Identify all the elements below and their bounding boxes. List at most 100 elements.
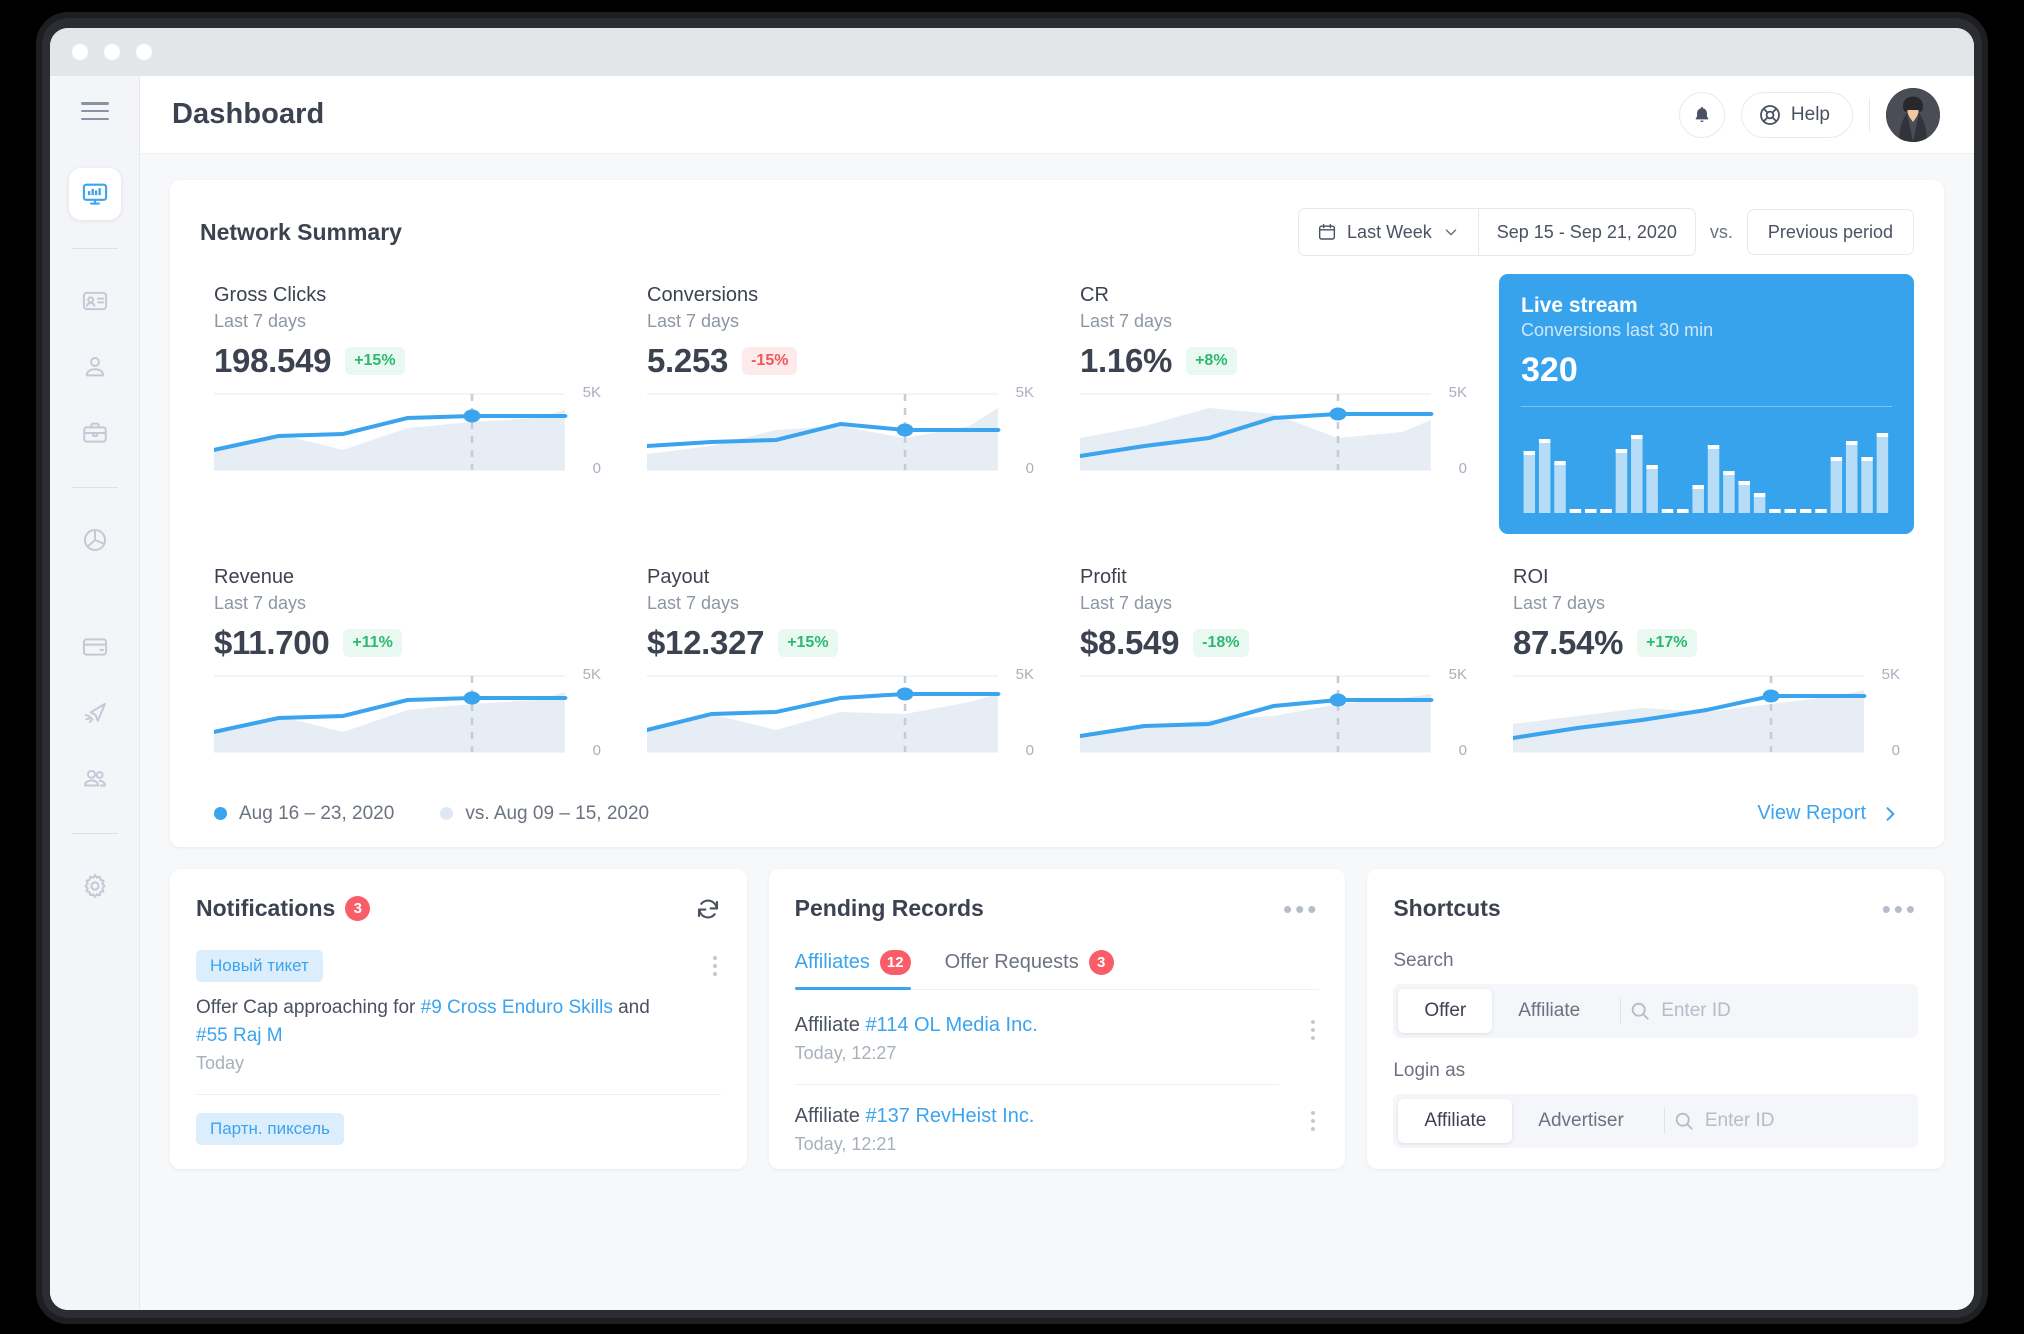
summary-header: Network Summary	[200, 208, 1914, 256]
notification-item[interactable]: Партн. пиксель	[196, 1113, 721, 1157]
notification-tag: Партн. пиксель	[196, 1113, 344, 1145]
kpi-name: Payout	[647, 566, 1034, 589]
sidebar-item-settings[interactable]	[69, 860, 121, 912]
date-range-display[interactable]: Sep 15 - Sep 21, 2020	[1478, 209, 1695, 255]
sidebar-item-affiliates[interactable]	[69, 341, 121, 393]
window-close-dot[interactable]	[72, 44, 88, 60]
axis-min-label: 0	[593, 460, 601, 477]
period-select[interactable]: Last Week	[1299, 209, 1478, 255]
notifications-title: Notifications	[196, 895, 335, 922]
search-option-offer[interactable]: Offer	[1398, 989, 1492, 1033]
window-minimize-dot[interactable]	[104, 44, 120, 60]
window-maximize-dot[interactable]	[136, 44, 152, 60]
search-option-affiliate[interactable]: Affiliate	[1492, 989, 1606, 1033]
record-link[interactable]: #114 OL Media Inc.	[865, 1014, 1037, 1036]
notifications-header: Notifications 3	[196, 895, 721, 922]
sparkline-svg	[1080, 386, 1467, 478]
kpi-card-gross-clicks: Gross Clicks Last 7 days 198.549 +15% 5K…	[200, 282, 615, 534]
notification-item[interactable]: Новый тикет Offer Cap approaching for #9…	[196, 950, 721, 1074]
login-as-input-placeholder: Enter ID	[1705, 1110, 1775, 1132]
sidebar-item-billing[interactable]	[69, 621, 121, 673]
kpi-delta-badge: -15%	[742, 347, 797, 375]
axis-min-label: 0	[1026, 460, 1034, 477]
pie-chart-icon	[81, 526, 109, 554]
record-menu-button[interactable]	[1311, 1020, 1315, 1040]
help-button[interactable]: Help	[1741, 92, 1853, 138]
shortcuts-menu-button[interactable]: •••	[1882, 904, 1918, 914]
pending-record-row[interactable]: Affiliate #137 RevHeist Inc. Today, 12:2…	[795, 1085, 1320, 1155]
axis-max-label: 5K	[1882, 666, 1900, 683]
login-as-input-wrap[interactable]: Enter ID	[1673, 1110, 1913, 1132]
kpi-delta-badge: +11%	[343, 629, 401, 657]
notifications-count-badge: 3	[345, 896, 370, 921]
kpi-sub: Last 7 days	[647, 593, 1034, 614]
notification-menu-button[interactable]	[713, 956, 717, 976]
pending-record-row[interactable]: Affiliate #114 OL Media Inc. Today, 12:2…	[795, 994, 1320, 1085]
notifications-bell-button[interactable]	[1679, 92, 1725, 138]
hamburger-icon[interactable]	[81, 102, 109, 120]
search-input-wrap[interactable]: Enter ID	[1629, 1000, 1913, 1022]
sidebar-item-dashboard[interactable]	[69, 168, 121, 220]
axis-min-label: 0	[1026, 742, 1034, 759]
notification-link-1[interactable]: #9 Cross Enduro Skills	[421, 997, 613, 1018]
live-stream-bars	[1521, 406, 1892, 518]
help-label: Help	[1791, 104, 1830, 126]
kpi-name: Conversions	[647, 284, 1034, 307]
ellipsis-icon: •••	[1882, 904, 1918, 914]
sidebar-item-reports[interactable]	[69, 514, 121, 566]
search-segmented-control: Offer Affiliate Enter ID	[1393, 984, 1918, 1038]
sidebar-item-marketing[interactable]	[69, 687, 121, 739]
kpi-delta-badge: +8%	[1186, 347, 1236, 375]
network-summary-card: Network Summary	[170, 180, 1944, 847]
search-icon	[1629, 1000, 1651, 1022]
search-label: Search	[1393, 950, 1918, 972]
tab-offer-requests[interactable]: Offer Requests 3	[945, 950, 1114, 989]
compare-period-label: Previous period	[1768, 222, 1893, 243]
compare-period-select[interactable]: Previous period	[1747, 209, 1914, 255]
notification-text-before: Offer Cap approaching for	[196, 997, 421, 1018]
tab-label: Offer Requests	[945, 951, 1079, 974]
kpi-name: Gross Clicks	[214, 284, 601, 307]
device-frame: Dashboard	[42, 18, 1982, 1318]
kpi-value: $11.700	[214, 624, 329, 662]
chevron-right-icon	[1880, 804, 1900, 824]
ellipsis-icon: •••	[1283, 904, 1319, 914]
kpi-card-payout: Payout Last 7 days $12.327 +15% 5K 0	[633, 564, 1048, 776]
record-text: Affiliate #114 OL Media Inc.	[795, 1014, 1280, 1037]
chart-legend: Aug 16 – 23, 2020 vs. Aug 09 – 15, 2020 …	[200, 802, 1914, 825]
tab-label: Affiliates	[795, 951, 870, 974]
briefcase-icon	[81, 419, 109, 447]
login-as-option-affiliate[interactable]: Affiliate	[1398, 1099, 1512, 1143]
tab-affiliates[interactable]: Affiliates 12	[795, 950, 911, 989]
search-icon	[1673, 1110, 1695, 1132]
kpi-delta-badge: -18%	[1193, 629, 1248, 657]
sidebar-item-users[interactable]	[69, 753, 121, 805]
avatar[interactable]	[1886, 88, 1940, 142]
login-as-option-advertiser[interactable]: Advertiser	[1512, 1099, 1650, 1143]
search-input-placeholder: Enter ID	[1661, 1000, 1731, 1022]
sidebar-item-offers[interactable]	[69, 275, 121, 327]
view-report-link[interactable]: View Report	[1757, 802, 1900, 825]
pending-records-tabs: Affiliates 12 Offer Requests 3	[795, 950, 1320, 990]
sidebar-item-advertisers[interactable]	[69, 407, 121, 459]
notification-link-2[interactable]: #55 Raj M	[196, 1025, 283, 1046]
kpi-delta-badge: +15%	[345, 347, 404, 375]
legend-label-current: Aug 16 – 23, 2020	[239, 803, 394, 825]
login-as-segmented-control: Affiliate Advertiser Enter ID	[1393, 1094, 1918, 1148]
notifications-divider	[196, 1094, 721, 1095]
notifications-refresh-button[interactable]	[695, 896, 721, 922]
kpi-card-roi: ROI Last 7 days 87.54% +17% 5K 0	[1499, 564, 1914, 776]
kpi-card-revenue: Revenue Last 7 days $11.700 +11% 5K 0	[200, 564, 615, 776]
record-link[interactable]: #137 RevHeist Inc.	[865, 1105, 1034, 1127]
kpi-sub: Last 7 days	[214, 593, 601, 614]
record-time: Today, 12:27	[795, 1043, 1280, 1064]
main-column: Dashboard	[140, 76, 1974, 1310]
sparkline-gross-clicks: 5K 0	[214, 386, 601, 494]
legend-dot-previous	[440, 807, 453, 820]
header-divider	[1869, 98, 1870, 132]
pending-records-menu-button[interactable]: •••	[1283, 904, 1319, 914]
record-prefix: Affiliate	[795, 1014, 866, 1036]
record-menu-button[interactable]	[1311, 1111, 1315, 1131]
header-actions: Help	[1679, 88, 1940, 142]
axis-max-label: 5K	[1016, 384, 1034, 401]
